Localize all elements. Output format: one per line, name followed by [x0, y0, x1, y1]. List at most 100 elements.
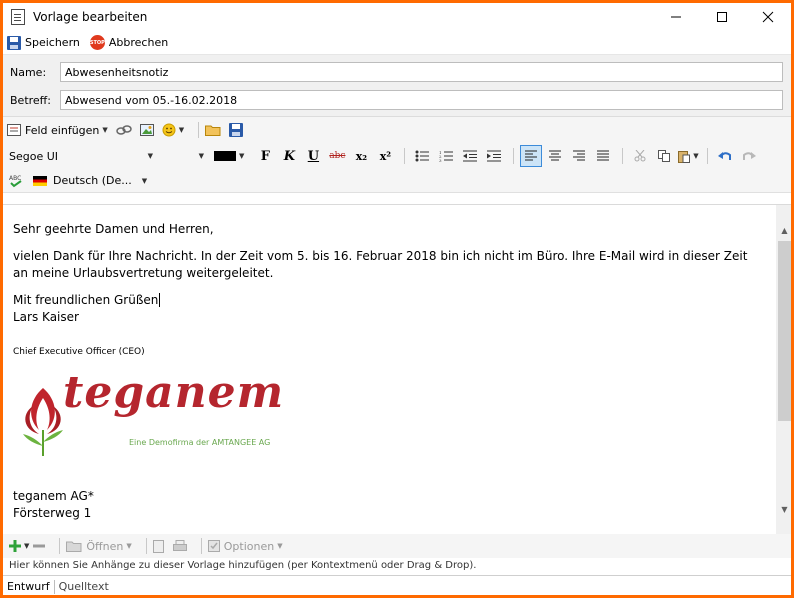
closing-text: Mit freundlichen Grüßen [13, 293, 161, 307]
redo-button[interactable] [738, 145, 760, 167]
chevron-down-icon: ▼ [24, 542, 30, 550]
preview-attachment-button[interactable] [152, 539, 165, 553]
separator [513, 148, 515, 164]
clipboard-icon [678, 150, 691, 163]
chevron-down-icon[interactable]: ▼ [142, 177, 147, 185]
title-bar: Vorlage bearbeiten [3, 3, 791, 31]
tulip-logo-icon [23, 388, 63, 456]
spellcheck-icon: ABC [9, 175, 22, 187]
options-button[interactable]: Optionen ▼ [207, 540, 283, 553]
stop-icon: STOP [89, 35, 105, 50]
separator [404, 148, 406, 164]
open-attachment-button[interactable]: Öffnen ▼ [66, 540, 132, 553]
close-icon [762, 11, 774, 23]
chevron-down-icon: ▼ [693, 152, 699, 160]
maximize-icon [717, 12, 727, 22]
scroll-up-arrow[interactable]: ▲ [776, 222, 791, 239]
view-tabs: Entwurf Quelltext [3, 575, 791, 595]
indent-button[interactable] [483, 145, 505, 167]
signature-name: Lars Kaiser [13, 310, 79, 324]
insert-image-button[interactable] [139, 124, 154, 136]
italic-button[interactable]: K [278, 145, 300, 167]
name-input[interactable]: Abwesenheitsnotiz [60, 62, 783, 82]
attachment-toolbar: ▼ Öffnen ▼ Optionen ▼ [3, 534, 791, 558]
paste-button[interactable]: ▼ [677, 145, 699, 167]
align-left-icon [525, 150, 538, 161]
chevron-down-icon: ▼ [239, 152, 245, 160]
chevron-down-icon: ▼ [198, 152, 204, 160]
align-left-button[interactable] [520, 145, 543, 167]
link-icon [116, 125, 132, 135]
subject-input[interactable]: Abwesend vom 05.-16.02.2018 [60, 90, 783, 110]
maximize-button[interactable] [699, 3, 745, 31]
logo-wordmark: teganem [63, 367, 285, 418]
font-color-select[interactable]: ▼ [214, 151, 244, 161]
separator [622, 148, 624, 164]
justify-button[interactable] [592, 145, 614, 167]
template-editor-window: Vorlage bearbeiten Speichern STOP Abbrec… [2, 2, 792, 596]
svg-text:3: 3 [439, 158, 442, 162]
company-name: teganem AG* [13, 489, 94, 503]
underline-button[interactable]: U [302, 145, 324, 167]
open-file-button[interactable] [205, 124, 221, 136]
close-button[interactable] [745, 3, 791, 31]
outdent-button[interactable] [459, 145, 481, 167]
print-attachment-button[interactable] [172, 540, 187, 552]
copy-button[interactable] [653, 145, 675, 167]
justify-icon [597, 150, 610, 161]
subscript-button[interactable]: x₂ [350, 145, 372, 167]
field-icon [7, 124, 21, 136]
name-row: Name: Abwesenheitsnotiz [3, 58, 791, 86]
message-editor[interactable]: Sehr geehrte Damen und Herren, vielen Da… [3, 204, 791, 535]
align-right-icon [573, 150, 586, 161]
separator [145, 538, 147, 554]
numbered-list-icon: 123 [439, 150, 454, 162]
bold-button[interactable]: F [254, 145, 276, 167]
spellcheck-bar: ABC Deutsch (De... ▼ [3, 169, 791, 193]
german-flag-icon [33, 175, 47, 186]
scroll-down-arrow[interactable]: ▼ [776, 501, 791, 518]
folder-icon [66, 541, 82, 552]
minimize-button[interactable] [653, 3, 699, 31]
undo-button[interactable] [714, 145, 736, 167]
name-label: Name: [10, 65, 47, 79]
save-button[interactable]: Speichern [7, 35, 80, 50]
tab-draft[interactable]: Entwurf [3, 580, 54, 593]
tab-source[interactable]: Quelltext [55, 580, 113, 593]
subject-label: Betreff: [10, 93, 51, 107]
add-attachment-button[interactable]: ▼ [9, 540, 29, 552]
align-right-button[interactable] [568, 145, 590, 167]
company-logo: teganem Eine Demofirma der AMTANGEE AG [13, 367, 765, 464]
insert-field-button[interactable]: Feld einfügen ▼ [7, 124, 108, 137]
font-size-select[interactable]: ▼ [159, 152, 214, 160]
language-select[interactable]: Deutsch (De... [53, 174, 132, 187]
action-bar: Speichern STOP Abbrechen [3, 31, 791, 55]
remove-attachment-button[interactable] [33, 540, 46, 552]
minus-icon [33, 544, 46, 548]
insert-emoji-button[interactable]: ▼ [162, 123, 184, 137]
scissors-icon [634, 150, 646, 162]
numbered-list-button[interactable]: 123 [435, 145, 457, 167]
editor-scrollbar[interactable]: ▲ ▼ [776, 205, 791, 535]
document-icon [152, 539, 164, 553]
cancel-button[interactable]: STOP Abbrechen [89, 35, 168, 50]
align-center-icon [549, 150, 562, 161]
indent-icon [487, 150, 502, 162]
superscript-button[interactable]: x² [374, 145, 396, 167]
insert-link-button[interactable] [116, 124, 132, 136]
scroll-thumb[interactable] [778, 241, 791, 421]
insert-field-label: Feld einfügen [25, 123, 100, 137]
outdent-icon [463, 150, 478, 162]
align-center-button[interactable] [544, 145, 566, 167]
bullet-list-icon [415, 150, 430, 162]
cut-button[interactable] [629, 145, 651, 167]
bullet-list-button[interactable] [411, 145, 433, 167]
header-fields: Name: Abwesenheitsnotiz Betreff: Abwesen… [3, 55, 791, 117]
body-text: vielen Dank für Ihre Nachricht. In der Z… [13, 249, 748, 280]
save-file-button[interactable] [229, 123, 244, 137]
editor-content[interactable]: Sehr geehrte Damen und Herren, vielen Da… [13, 221, 765, 522]
strikethrough-button[interactable]: abc [326, 145, 348, 167]
font-select[interactable]: Segoe UI ▼ [9, 150, 159, 163]
font-name: Segoe UI [9, 149, 59, 163]
folder-icon [205, 125, 221, 136]
